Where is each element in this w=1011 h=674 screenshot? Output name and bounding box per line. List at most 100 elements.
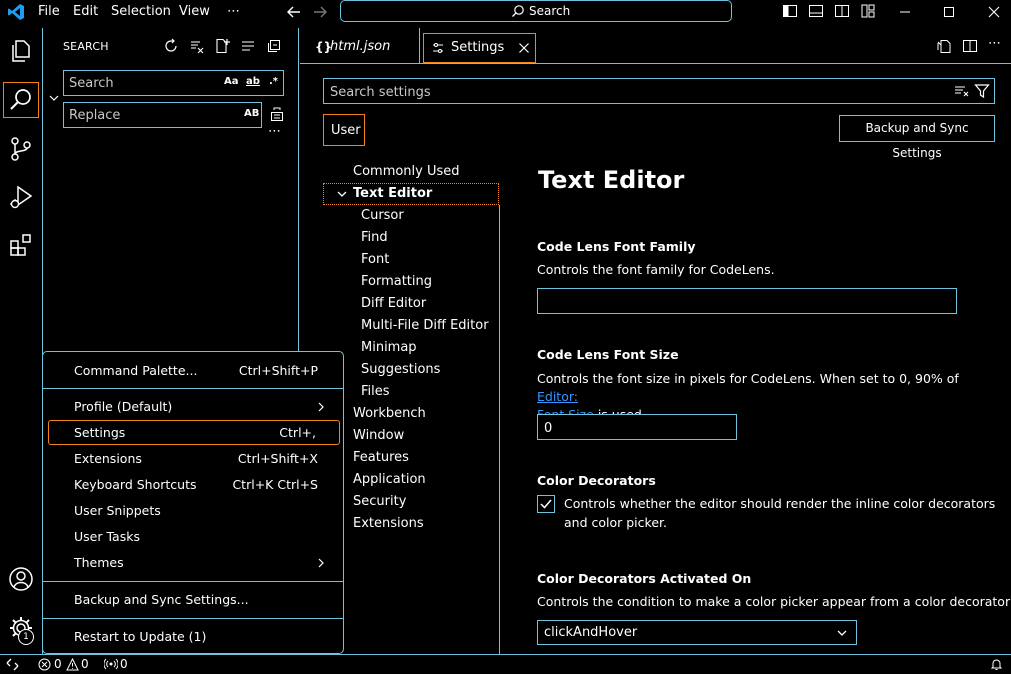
update-badge: 1 [18,629,34,645]
menu-item-label: Restart to Update (1) [74,629,207,644]
menu-item-command-palette[interactable]: Command Palette... Ctrl+Shift+P [48,359,340,383]
open-settings-json-icon[interactable] [936,38,952,54]
toc-features[interactable]: Features [353,450,409,465]
menu-item-shortcut: Ctrl+Shift+X [237,451,318,466]
replace-all-icon[interactable] [269,106,285,122]
menu-separator [43,581,343,582]
menu-separator [43,388,343,389]
editor-more-actions[interactable]: ⋯ [988,36,1001,51]
codelens-font-size-input[interactable] [544,419,724,437]
toc-commonly-used[interactable]: Commonly Used [353,164,460,179]
editor-font-size-link[interactable]: Editor: [537,389,578,404]
toggle-panel-icon[interactable] [808,3,826,21]
menu-item-user-tasks[interactable]: User Tasks [48,525,340,549]
menu-item-themes[interactable]: Themes [48,551,340,575]
source-control-icon[interactable] [6,134,36,164]
activity-bar [0,28,43,654]
close-tab-icon[interactable] [518,42,530,54]
toc-text-editor[interactable]: Text Editor [353,186,432,201]
toc-find[interactable]: Find [361,230,388,245]
menu-file[interactable]: File [38,4,60,19]
toc-diff-editor[interactable]: Diff Editor [361,296,426,311]
customize-layout-icon[interactable] [860,3,878,21]
clear-settings-search-icon[interactable] [954,84,970,98]
toc-cursor[interactable]: Cursor [361,208,404,223]
toc-minimap[interactable]: Minimap [361,340,417,355]
toc-multi-file-diff-editor[interactable]: Multi-File Diff Editor [361,318,489,333]
run-debug-icon[interactable] [6,182,36,212]
forward-arrow-icon[interactable] [311,3,329,21]
toc-workbench[interactable]: Workbench [353,406,426,421]
menu-item-settings[interactable]: Settings Ctrl+, [48,420,340,445]
search-view-icon[interactable] [3,82,39,118]
user-scope-tab[interactable]: User [323,114,365,146]
menu-edit[interactable]: Edit [73,4,98,19]
menu-item-backup-sync[interactable]: Backup and Sync Settings... [48,588,340,612]
toggle-search-details[interactable]: ⋯ [268,124,281,139]
toggle-replace-chevron-icon[interactable] [48,92,60,104]
split-editor-icon[interactable] [962,38,978,54]
match-case-toggle[interactable]: Aa [224,76,239,87]
codelens-font-family-desc: Controls the font family for CodeLens. [537,262,775,277]
menu-item-extensions[interactable]: Extensions Ctrl+Shift+X [48,447,340,471]
filter-icon[interactable] [974,83,990,99]
menu-item-keyboard-shortcuts[interactable]: Keyboard Shortcuts Ctrl+K Ctrl+S [48,473,340,497]
close-window-icon[interactable] [985,3,1003,21]
menu-item-restart-update[interactable]: Restart to Update (1) [48,625,340,649]
ports-icon[interactable] [104,658,118,671]
color-decorators-title: Color Decorators [537,473,656,488]
codelens-font-size-title: Code Lens Font Size [537,347,679,362]
view-as-tree-icon[interactable] [240,38,256,54]
toc-application[interactable]: Application [353,472,426,487]
refresh-icon[interactable] [163,38,179,54]
extensions-view-icon[interactable] [6,230,36,260]
error-icon[interactable] [38,658,51,671]
tab-html-json[interactable]: {} html.json [300,28,420,63]
color-decorators-checkbox[interactable] [537,495,555,513]
chevron-down-icon [836,627,848,639]
toc-files[interactable]: Files [361,384,390,399]
menu-item-profile[interactable]: Profile (Default) [48,395,340,419]
explorer-icon[interactable] [6,36,36,66]
toggle-primary-sidebar-icon[interactable] [782,3,800,21]
new-search-editor-icon[interactable] [214,38,230,54]
toc-security[interactable]: Security [353,494,406,509]
minimize-icon[interactable] [896,3,914,21]
ports-count[interactable]: 0 [120,657,128,671]
warning-count[interactable]: 0 [81,657,89,671]
menu-separator [43,618,343,619]
use-regex-toggle[interactable]: .* [269,76,278,87]
tab-settings-label: Settings [451,40,505,55]
backup-sync-settings-button[interactable]: Backup and Sync Settings [839,115,995,160]
accounts-icon[interactable] [6,564,36,594]
menu-view[interactable]: View [179,4,210,19]
toc-suggestions[interactable]: Suggestions [361,362,440,377]
menu-item-user-snippets[interactable]: User Snippets [48,499,340,523]
chevron-down-icon[interactable] [336,188,348,200]
toggle-secondary-sidebar-icon[interactable] [834,3,852,21]
maximize-icon[interactable] [940,3,958,21]
warning-icon[interactable] [66,658,79,671]
tab-settings[interactable]: Settings [423,33,536,63]
menu-more[interactable]: ⋯ [227,4,240,19]
toc-font[interactable]: Font [361,252,389,267]
replace-input[interactable] [69,106,209,124]
menu-selection[interactable]: Selection [111,4,171,19]
clear-results-icon[interactable] [189,38,205,54]
search-input[interactable] [69,74,209,92]
toc-formatting[interactable]: Formatting [361,274,432,289]
toc-window[interactable]: Window [353,428,404,443]
codelens-font-family-input[interactable] [544,293,724,311]
command-center-label: Search [529,4,571,18]
remote-icon[interactable] [6,658,19,671]
back-arrow-icon[interactable] [285,3,303,21]
match-whole-word-toggle[interactable]: ab [246,76,260,87]
notifications-bell-icon[interactable] [990,658,1003,671]
error-count[interactable]: 0 [54,657,62,671]
search-settings-input[interactable] [330,83,830,101]
preserve-case-toggle[interactable]: AB [244,108,259,119]
color-decorators-activated-select[interactable]: clickAndHover [537,620,857,645]
command-center[interactable]: Search [340,0,732,22]
collapse-all-icon[interactable] [266,38,282,54]
toc-extensions[interactable]: Extensions [353,516,424,531]
